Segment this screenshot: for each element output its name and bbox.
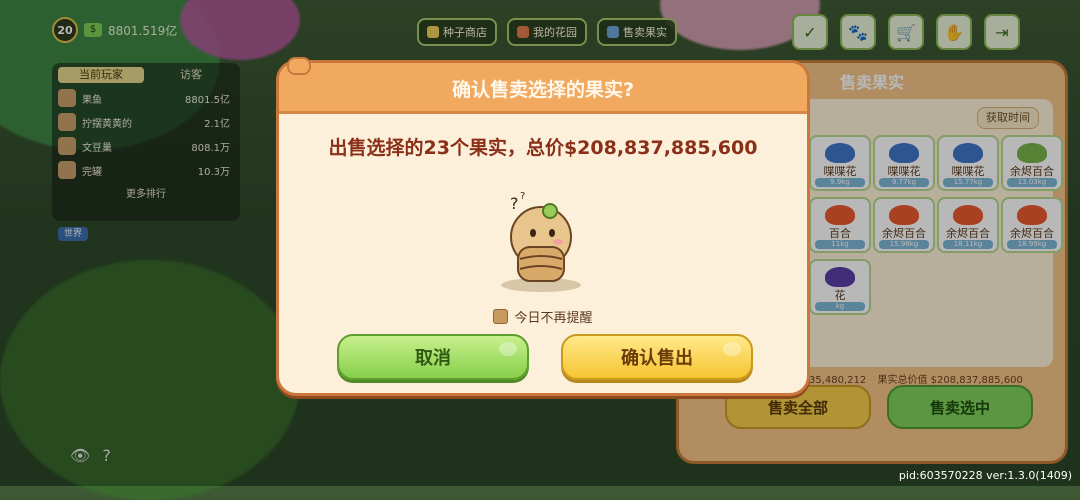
confirm-label: 确认售出 bbox=[621, 348, 693, 369]
shine-decoration bbox=[723, 342, 741, 356]
dont-remind-today-option[interactable]: 今日不再提醒 bbox=[279, 307, 807, 326]
svg-text:?: ? bbox=[520, 191, 525, 202]
svg-text:?: ? bbox=[510, 194, 519, 213]
ribbon-knot-icon bbox=[287, 57, 311, 75]
shine-decoration bbox=[499, 342, 517, 356]
dialog-message: 出售选择的23个果实，总价$208,837,885,600 bbox=[328, 137, 758, 159]
dialog-header: 确认售卖选择的果实? bbox=[279, 57, 807, 114]
confused-potato-mascot-icon: ? ? bbox=[501, 191, 581, 292]
cancel-button[interactable]: 取消 bbox=[337, 334, 529, 380]
confirm-sell-button[interactable]: 确认售出 bbox=[561, 334, 753, 380]
confirm-sell-dialog: 确认售卖选择的果实? 出售选择的23个果实，总价$208,837,885,600… bbox=[276, 57, 810, 396]
dont-remind-checkbox[interactable] bbox=[493, 309, 509, 324]
build-info: pid:603570228 ver:1.3.0(1409) bbox=[898, 469, 1072, 482]
cancel-label: 取消 bbox=[415, 348, 451, 369]
dont-remind-label: 今日不再提醒 bbox=[514, 311, 593, 326]
dialog-title: 确认售卖选择的果实? bbox=[451, 79, 635, 101]
